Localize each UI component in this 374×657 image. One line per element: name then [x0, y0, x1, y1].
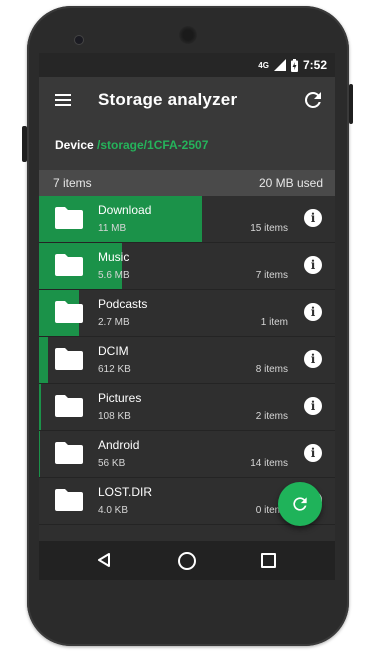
folder-size: 612 KB — [98, 364, 131, 375]
folder-icon — [55, 395, 83, 417]
info-icon[interactable]: i — [304, 444, 322, 462]
folder-icon — [55, 348, 83, 370]
info-icon[interactable]: i — [304, 209, 322, 227]
folder-name: Download — [98, 203, 152, 217]
info-icon[interactable]: i — [304, 350, 322, 368]
folder-size: 11 MB — [98, 223, 127, 234]
device-label: Device — [55, 138, 94, 152]
speaker — [179, 26, 197, 44]
status-bar: 4G 7:52 — [39, 53, 335, 77]
folder-icon — [55, 301, 83, 323]
volume-button — [22, 126, 27, 162]
list-item[interactable]: DCIM 612 KB 8 items i — [39, 337, 335, 384]
item-count: 7 items — [53, 176, 92, 190]
device-row: Device /storage/1CFA-2507 — [39, 125, 335, 170]
folder-size: 5.6 MB — [98, 270, 130, 281]
folder-name: Android — [98, 438, 140, 452]
info-icon[interactable]: i — [304, 303, 322, 321]
size-bar — [39, 431, 40, 477]
folder-size: 108 KB — [98, 411, 131, 422]
folder-size: 4.0 KB — [98, 505, 129, 516]
refresh-icon — [293, 497, 307, 511]
network-label: 4G — [258, 60, 269, 70]
folder-size: 56 KB — [98, 458, 126, 469]
info-icon[interactable]: i — [304, 256, 322, 274]
list-item[interactable]: Pictures 108 KB 2 items i — [39, 384, 335, 431]
list-item[interactable]: Music 5.6 MB 7 items i — [39, 243, 335, 290]
screen: 4G 7:52 Storage analyzer Device /storage… — [39, 53, 335, 580]
folder-item-count: 15 items — [250, 223, 288, 234]
list-item[interactable]: Android 56 KB 14 items i — [39, 431, 335, 478]
summary-bar: 7 items 20 MB used — [39, 170, 335, 196]
folder-name: LOST.DIR — [98, 485, 153, 499]
battery-icon — [290, 58, 298, 72]
folder-item-count: 2 items — [255, 411, 288, 422]
navigation-bar — [39, 541, 335, 580]
folder-item-count: 7 items — [255, 270, 288, 281]
back-icon[interactable] — [97, 553, 111, 567]
menu-icon[interactable] — [55, 94, 71, 107]
folder-name: Pictures — [98, 391, 142, 405]
folder-size: 2.7 MB — [98, 317, 130, 328]
list-item[interactable]: Podcasts 2.7 MB 1 item i — [39, 290, 335, 337]
home-icon[interactable] — [178, 552, 196, 570]
folder-item-count: 8 items — [255, 364, 288, 375]
refresh-icon[interactable] — [301, 88, 325, 112]
folder-name: Podcasts — [98, 297, 148, 311]
size-bar — [39, 384, 41, 430]
folder-name: Music — [98, 250, 130, 264]
device-path[interactable]: /storage/1CFA-2507 — [97, 138, 208, 152]
page-title: Storage analyzer — [98, 90, 238, 109]
folder-item-count: 1 item — [260, 317, 288, 328]
list-item[interactable]: Download 11 MB 15 items i — [39, 196, 335, 243]
info-icon[interactable]: i — [304, 397, 322, 415]
front-camera — [75, 36, 83, 44]
refresh-fab[interactable] — [278, 482, 322, 526]
folder-icon — [55, 254, 83, 276]
recents-icon[interactable] — [261, 553, 276, 568]
folder-icon — [55, 207, 83, 229]
size-bar — [39, 337, 48, 383]
folder-name: DCIM — [98, 344, 129, 358]
signal-icon — [273, 59, 286, 71]
folder-icon — [55, 442, 83, 464]
used-space: 20 MB used — [258, 176, 323, 190]
app-bar: Storage analyzer — [39, 77, 335, 125]
folder-icon — [55, 489, 83, 511]
power-button — [349, 84, 353, 124]
folder-item-count: 14 items — [250, 458, 288, 469]
status-time: 7:52 — [302, 58, 327, 72]
